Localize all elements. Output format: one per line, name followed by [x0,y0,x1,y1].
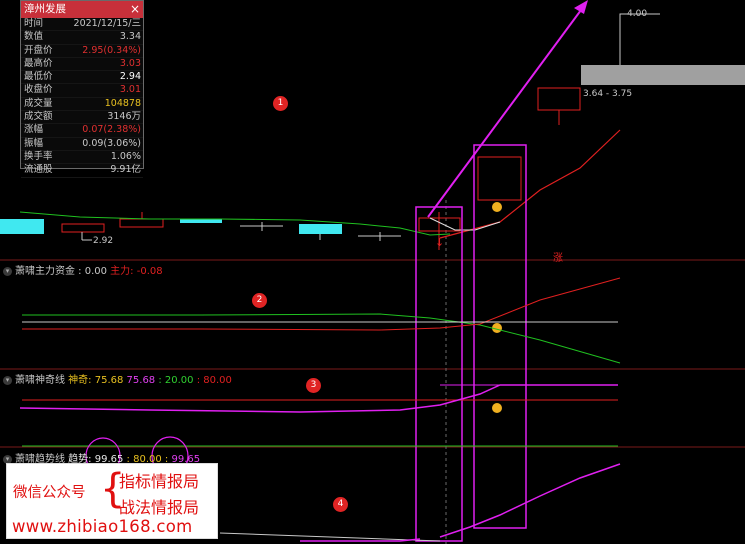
target-bracket [619,13,660,65]
info-row: 开盘价 2.95(0.34%) [21,45,143,58]
down-marker: ↓ [435,236,444,249]
panel-label-part: : 0.00 [75,266,107,277]
watermark-box: 微信公众号 { 指标情报局 战法情报局 www.zhibiao168.com [6,463,218,539]
ma-white [429,217,501,231]
info-value: 2021/12/15/三 [73,18,141,29]
panel-label-part: 75.68 [123,375,156,386]
info-row: 流通股 9.91亿 [21,164,143,178]
candle-down [0,219,44,234]
marker-badge-1: 1 [273,96,288,111]
high-price-label: 4.00 [627,9,648,19]
zhang-marker: 涨 [553,253,563,264]
marker-badge-4: 4 [333,497,348,512]
candle-up [477,156,522,201]
marker-badge-2: 2 [252,293,267,308]
info-key: 涨幅 [24,124,44,136]
info-value: 3.34 [119,31,141,43]
info-row: 最低价 2.94 [21,71,143,85]
info-key: 数值 [24,31,44,43]
info-key: 换手率 [24,150,53,162]
info-key: 振幅 [24,137,44,149]
info-value: 3146万 [107,111,141,123]
candle-down [299,224,342,234]
info-row: 涨幅 0.07(2.38%) [21,124,143,138]
info-key: 流通股 [24,164,53,176]
info-row: 成交量 104878 [21,97,143,112]
watermark-line1: 指标情报局 [119,472,200,491]
trend-line [439,463,621,538]
info-row: 成交额 3146万 [21,111,143,125]
panel-label-magic-line[interactable]: ▾ 萧啸神奇线 神奇: 75.68 75.68 : 20.00 : 80.00 [3,371,232,386]
panel-label-main-funds[interactable]: ▾ 萧啸主力资金 : 0.00 主力: -0.08 [3,262,163,277]
candle-down [180,219,222,223]
info-key: 开盘价 [24,44,53,56]
panel-label-part: 主力: -0.08 [107,266,163,277]
price-range-label: 3.64 - 3.75 [583,89,633,99]
fund-green [22,313,621,364]
info-row: 最高价 3.03 [21,57,143,72]
info-row: 数值 3.34 [21,31,143,45]
highlight-box-2 [473,144,527,529]
candle-up [61,223,105,233]
watermark-url: www.zhibiao168.com [12,517,193,536]
info-key: 成交额 [24,111,53,123]
info-value: 104878 [104,97,141,109]
watermark-line2: 战法情报局 [119,498,200,517]
info-value: 2.94 [119,71,141,83]
quote-info-panel: 漳州发展 × 时间 2021/12/15/三数值 3.34 开盘价 2.95(0.34%… [20,0,144,178]
info-value: 3.03 [119,57,141,69]
stock-name: 漳州发展 [24,3,66,15]
signal-icon [492,403,502,413]
stock-name-header: 漳州发展 × [21,1,143,18]
info-row: 换手率 1.06% [21,150,143,165]
info-row: 收盘价 3.01 [21,84,143,98]
ma-red [439,129,621,239]
info-value: 2.95(0.34%) [82,44,141,56]
low-price-label: 2.92 [93,236,114,246]
info-key: 最高价 [24,57,53,69]
panel-label-part: 萧啸神奇线 [15,375,65,386]
signal-icon [492,202,502,212]
info-key: 时间 [24,18,44,29]
candle-up [119,218,164,228]
trend-arrow-line [427,5,585,218]
collapse-icon[interactable]: ▾ [3,375,12,385]
info-row: 时间 2021/12/15/三 [21,18,143,32]
watermark-wechat: 微信公众号 [13,485,86,501]
info-row: 振幅 0.09(3.06%) [21,138,143,151]
info-key: 最低价 [24,71,53,83]
marker-badge-3: 3 [306,378,321,393]
panel-label-part: 萧啸主力资金 [15,266,75,277]
candle-up [537,87,581,111]
info-key: 成交量 [24,97,53,109]
trend-arrow-head [574,0,588,14]
info-value: 9.91亿 [110,164,141,176]
info-value: 0.09(3.06%) [82,137,141,149]
collapse-icon[interactable]: ▾ [3,266,12,276]
close-icon[interactable]: × [130,1,140,18]
highlight-box-1 [415,206,463,542]
info-value: 3.01 [119,84,141,96]
panel-label-part: : 20.00 [155,375,194,386]
info-key: 收盘价 [24,84,53,96]
panel-label-part: : 80.00 [193,375,232,386]
panel-label-part: 神奇: 75.68 [65,375,124,386]
info-value: 0.07(2.38%) [82,124,141,136]
info-value: 1.06% [110,150,141,162]
target-zone [581,65,745,85]
